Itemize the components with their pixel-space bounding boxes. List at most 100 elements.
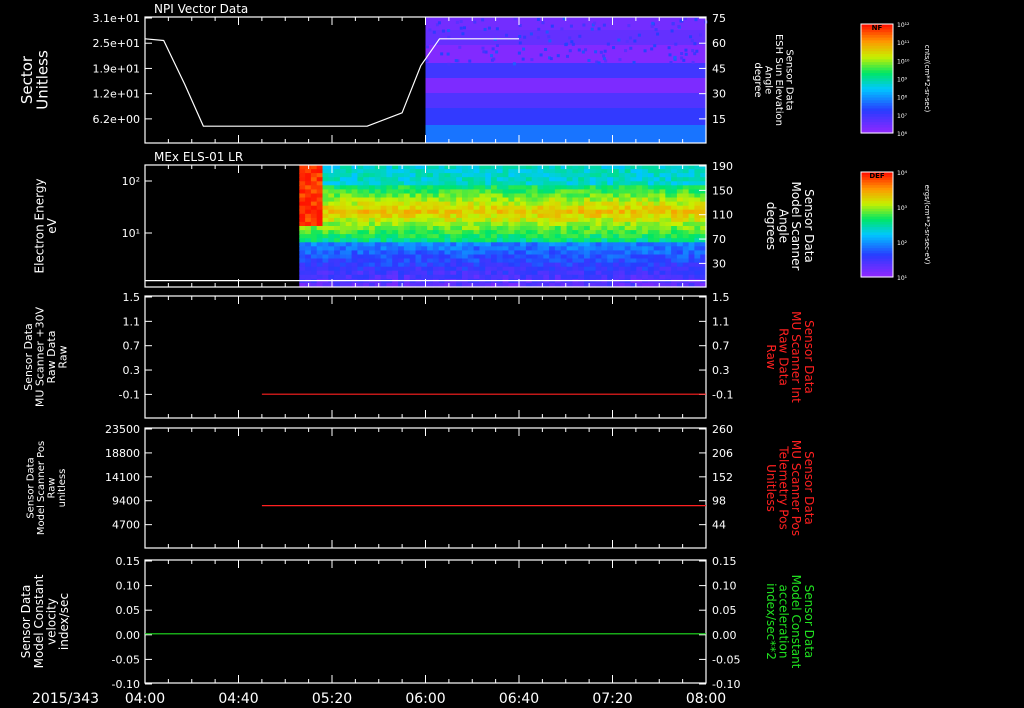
spectrogram-cell — [479, 177, 486, 182]
spectrogram-cell — [653, 258, 661, 264]
spectrogram-cell — [462, 185, 469, 190]
spectrogram-cell — [630, 242, 637, 247]
y-tick-label-right: -0.1 — [712, 388, 733, 401]
spectrogram-cell — [432, 266, 440, 272]
spectrogram-cell — [595, 189, 602, 195]
spectrogram-cell — [409, 258, 417, 264]
spectrogram-cell — [653, 213, 661, 219]
spectrogram-cell — [316, 262, 324, 268]
spectrogram-cell — [613, 177, 620, 182]
spectrogram-cell — [613, 254, 620, 260]
spectrogram-band — [425, 63, 706, 78]
spectrogram-cell — [403, 278, 411, 284]
spectrogram-cell — [409, 242, 417, 247]
spectrogram-cell — [485, 258, 492, 264]
spectrogram-cell — [328, 189, 335, 195]
spectrogram-cell — [462, 246, 469, 251]
spectrogram-cell — [310, 278, 318, 284]
spectrogram-cell — [467, 189, 475, 195]
spectrogram-cell — [432, 238, 440, 243]
spectrogram-cell — [537, 165, 544, 170]
spectrogram-cell — [328, 226, 335, 231]
spectrogram-cell — [432, 177, 440, 182]
spectrogram-speck — [571, 42, 575, 46]
spectrogram-cell — [334, 234, 341, 239]
spectrogram-cell — [636, 197, 643, 203]
spectrogram-cell — [601, 278, 608, 284]
spectrogram-cell — [642, 262, 649, 268]
spectrogram-cell — [502, 262, 509, 268]
spectrogram-cell — [432, 217, 440, 223]
spectrogram-cell — [578, 266, 585, 272]
spectrogram-cell — [415, 165, 422, 170]
spectrogram-cell — [566, 213, 573, 219]
spectrogram-cell — [380, 246, 387, 251]
spectrogram-cell — [682, 230, 690, 235]
spectrogram-cell — [636, 242, 643, 247]
spectrogram-cell — [508, 242, 515, 247]
spectrogram-cell — [665, 173, 672, 178]
spectrogram-cell — [316, 270, 324, 276]
spectrogram-cell — [456, 226, 463, 231]
spectrogram-cell — [409, 189, 417, 195]
spectrogram-cell — [508, 234, 515, 239]
spectrogram-cell — [531, 270, 539, 276]
colorbar-tick-label: 10⁷ — [897, 113, 908, 120]
spectrogram-cell — [339, 262, 347, 268]
spectrogram-speck — [536, 36, 540, 40]
spectrogram-cell — [462, 234, 469, 239]
colorbar-label: DEF — [869, 172, 885, 180]
spectrogram-cell — [502, 181, 509, 186]
spectrogram-cell — [589, 213, 597, 219]
spectrogram-cell — [491, 242, 498, 247]
spectrogram-cell — [496, 242, 504, 247]
spectrogram-cell — [299, 213, 306, 219]
spectrogram-cell — [339, 209, 347, 215]
spectrogram-cell — [572, 266, 579, 272]
spectrogram-cell — [543, 234, 550, 239]
spectrogram-cell — [659, 230, 666, 235]
spectrogram-cell — [514, 226, 521, 231]
spectrogram-band — [425, 78, 706, 93]
spectrogram-cell — [502, 234, 509, 239]
spectrogram-cell — [392, 189, 399, 195]
spectrogram-cell — [479, 234, 486, 239]
spectrogram-cell — [601, 189, 608, 195]
spectrogram-cell — [479, 173, 486, 178]
spectrogram-cell — [595, 238, 602, 243]
spectrogram-cell — [601, 205, 608, 211]
spectrogram-cell — [688, 201, 695, 207]
spectrogram-cell — [386, 258, 393, 264]
spectrogram-cell — [432, 213, 440, 219]
spectrogram-speck — [617, 38, 621, 42]
spectrogram-cell — [299, 262, 306, 268]
spectrogram-cell — [560, 270, 568, 276]
spectrogram-cell — [566, 193, 573, 199]
spectrogram-cell — [328, 250, 335, 256]
spectrogram-cell — [444, 250, 451, 256]
spectrogram-cell — [578, 238, 585, 243]
spectrogram-cell — [525, 217, 533, 223]
spectrogram-speck — [603, 49, 607, 53]
spectrogram-cell — [624, 205, 632, 211]
spectrogram-cell — [630, 226, 637, 231]
spectrogram-cell — [595, 205, 602, 211]
spectrogram-cell — [584, 274, 591, 280]
spectrogram-cell — [618, 246, 626, 251]
spectrogram-cell — [322, 217, 329, 223]
spectrogram-cell — [566, 217, 573, 223]
spectrogram-cell — [525, 254, 533, 260]
spectrogram-cell — [403, 177, 411, 182]
spectrogram-cell — [502, 209, 509, 215]
spectrogram-cell — [403, 221, 411, 227]
spectrogram-cell — [462, 189, 469, 195]
spectrogram-cell — [392, 254, 399, 260]
spectrogram-cell — [409, 165, 417, 170]
spectrogram-cell — [438, 250, 446, 256]
spectrogram-cell — [636, 258, 643, 264]
spectrogram-cell — [299, 254, 306, 260]
spectrogram-cell — [473, 213, 480, 219]
spectrogram-cell — [415, 217, 422, 223]
spectrogram-band — [425, 45, 706, 63]
spectrogram-cell — [578, 217, 585, 223]
